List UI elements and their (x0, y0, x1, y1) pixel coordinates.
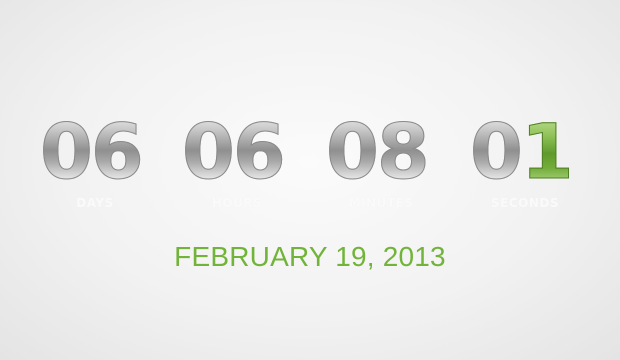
seconds-digit-ones: 1 (520, 107, 574, 196)
countdown-timer: 06 DAYS 06 HOURS 08 MINUTES 01 SECONDS F… (0, 0, 620, 360)
days-digit-tens: 0 (40, 107, 94, 196)
days-digits: 06 (40, 107, 150, 196)
seconds-digit-tens: 0 (470, 107, 524, 196)
countdown-unit-seconds: 01 SECONDS (470, 107, 580, 222)
minutes-label: MINUTES (348, 196, 414, 210)
seconds-label: SECONDS (491, 196, 559, 210)
hours-label: HOURS (211, 196, 263, 210)
hours-digits: 06 (182, 107, 292, 196)
days-label: DAYS (76, 196, 114, 210)
hours-digit-ones: 6 (232, 107, 286, 196)
hours-digit-tens: 0 (182, 107, 236, 196)
minutes-digit-tens: 0 (326, 107, 380, 196)
countdown-unit-hours: 06 HOURS (182, 107, 292, 222)
minutes-digits: 08 (326, 107, 436, 196)
countdown-unit-days: 06 DAYS (40, 107, 150, 222)
seconds-digits: 01 (470, 107, 580, 196)
minutes-digit-ones: 8 (376, 107, 430, 196)
countdown-unit-minutes: 08 MINUTES (326, 107, 436, 222)
event-date: FEBRUARY 19, 2013 (174, 241, 446, 272)
days-digit-ones: 6 (90, 107, 144, 196)
